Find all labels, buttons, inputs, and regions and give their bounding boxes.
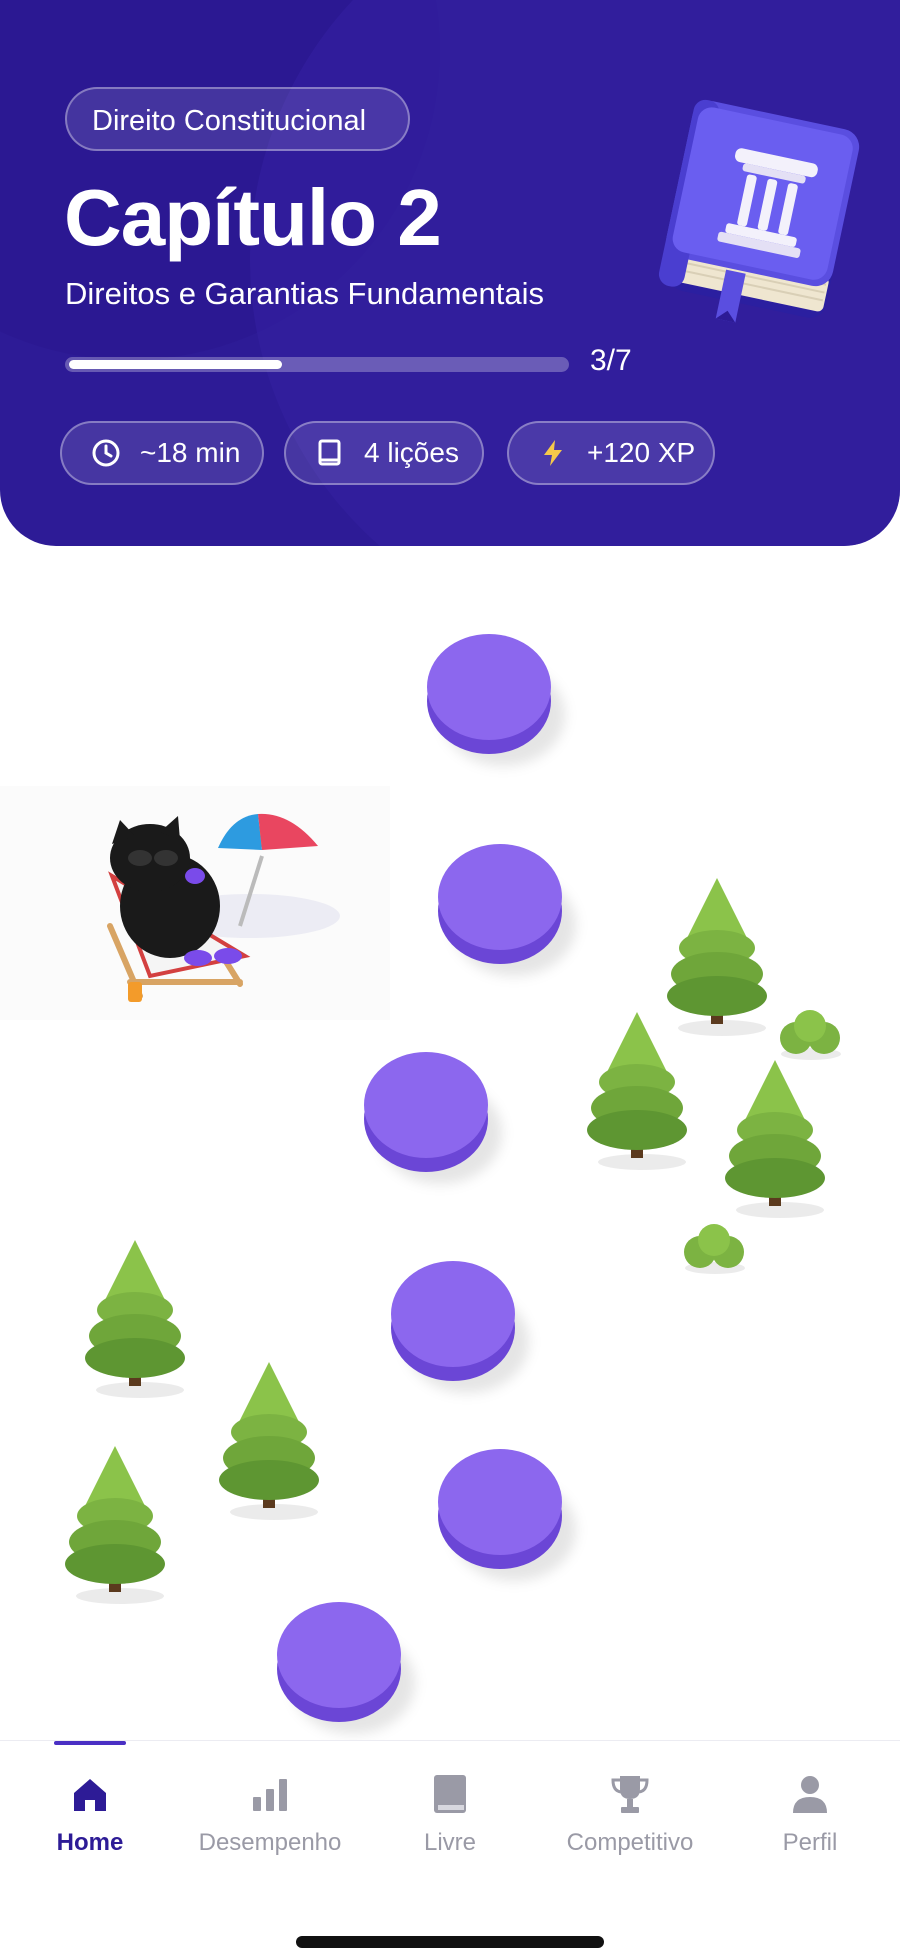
tab-home[interactable]: Home — [0, 1769, 180, 1857]
tab-label: Perfil — [782, 1829, 838, 1856]
tree-illustration — [725, 1060, 825, 1218]
column-book-illustration — [642, 86, 882, 356]
chapter-header: Direito Constitucional Capítulo 2 Direit… — [0, 0, 900, 546]
subject-pill[interactable]: Direito Constitucional — [65, 87, 411, 151]
tab-label: Livre — [423, 1829, 477, 1856]
lessons-chip: 4 lições — [284, 421, 484, 485]
book-icon — [360, 1769, 540, 1815]
duration-label: ~18 min — [140, 437, 241, 468]
active-tab-indicator — [54, 1741, 126, 1745]
tab-label: Desempenho — [198, 1829, 342, 1856]
lesson-node[interactable] — [277, 1602, 415, 1734]
lightning-icon — [537, 437, 569, 469]
tab-label: Competitivo — [566, 1829, 694, 1856]
xp-chip: +120 XP — [507, 421, 715, 485]
tree-illustration — [219, 1362, 319, 1520]
lessons-label: 4 lições — [364, 437, 459, 468]
lesson-node[interactable] — [438, 844, 576, 976]
home-indicator[interactable] — [296, 1936, 604, 1948]
bottom-tab-bar: Home Desempenho Livre Competitivo Perfil — [0, 1740, 900, 1949]
tab-livre[interactable]: Livre — [360, 1769, 540, 1857]
home-icon — [0, 1769, 180, 1815]
tab-competitivo[interactable]: Competitivo — [540, 1769, 720, 1857]
chapter-progress-fill — [69, 360, 282, 369]
tab-perfil[interactable]: Perfil — [720, 1769, 900, 1857]
lesson-node[interactable] — [364, 1052, 502, 1184]
cat-beach-chair-illustration — [0, 786, 390, 1020]
tab-label: Home — [56, 1829, 124, 1856]
chapter-subtitle: Direitos e Garantias Fundamentais — [65, 276, 545, 311]
chapter-progress-count: 3/7 — [590, 344, 632, 377]
book-icon — [314, 437, 346, 469]
duration-chip: ~18 min — [60, 421, 264, 485]
lesson-node[interactable] — [427, 634, 565, 766]
bush-illustration — [684, 1224, 745, 1274]
lesson-node[interactable] — [438, 1449, 576, 1581]
trophy-icon — [540, 1769, 720, 1815]
tree-illustration — [85, 1240, 185, 1398]
person-icon — [720, 1769, 900, 1815]
tree-illustration — [587, 1012, 687, 1170]
chapter-progress-bar — [65, 357, 569, 372]
lesson-node[interactable] — [391, 1261, 529, 1393]
xp-label: +120 XP — [587, 437, 696, 468]
tree-illustration — [65, 1446, 165, 1604]
tab-desempenho[interactable]: Desempenho — [180, 1769, 360, 1857]
chapter-title: Capítulo 2 — [64, 173, 442, 262]
bar-chart-icon — [180, 1769, 360, 1815]
clock-icon — [90, 437, 122, 469]
bush-illustration — [780, 1010, 841, 1060]
